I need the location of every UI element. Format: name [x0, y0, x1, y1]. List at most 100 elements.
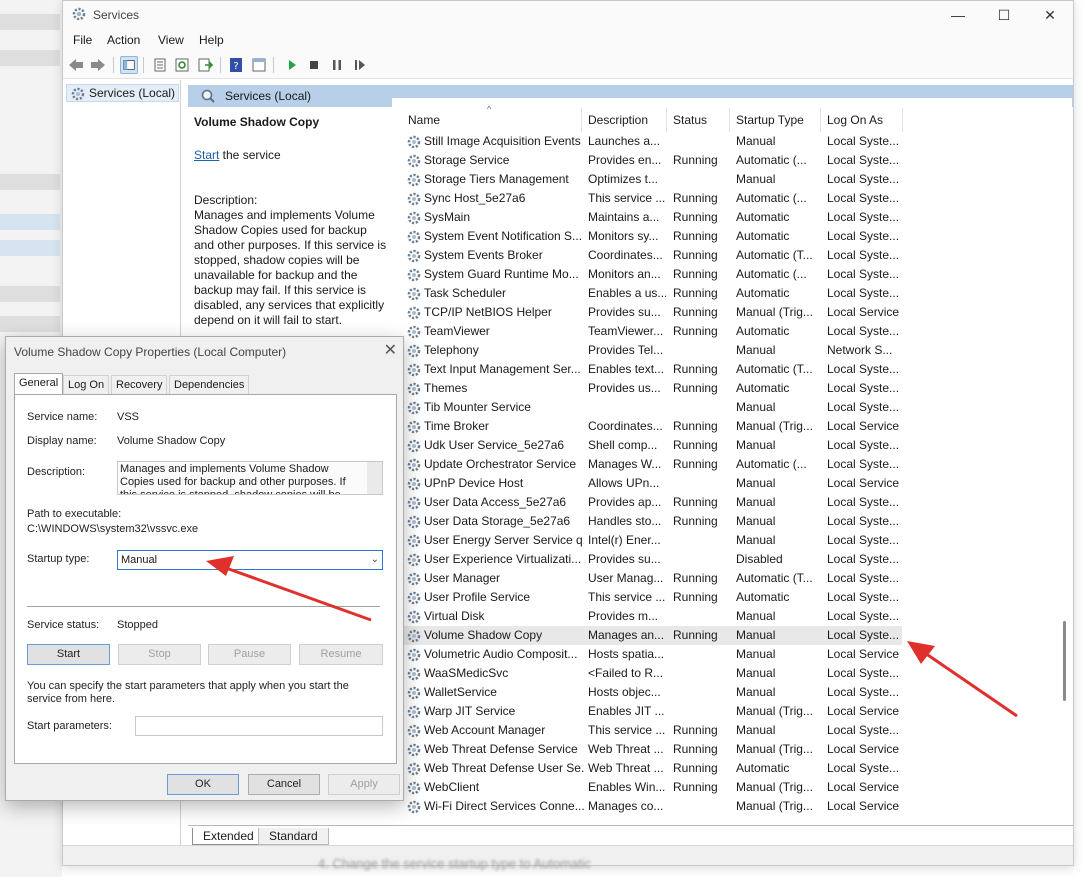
help-icon[interactable]: ?	[227, 56, 245, 74]
table-row[interactable]: WalletService Hosts objec... Manual Local S…	[392, 683, 1072, 702]
menu-help[interactable]: Help	[199, 33, 224, 47]
tab-recovery[interactable]: Recovery	[111, 375, 168, 395]
service-startup-type-cell: Automatic (...	[736, 267, 807, 281]
table-row[interactable]: User Profile Service This service ... Runn…	[392, 588, 1072, 607]
view-icon[interactable]	[250, 56, 268, 74]
table-row[interactable]: User Experience Virtualizati... Provides …	[392, 550, 1072, 569]
start-service-link[interactable]: Start	[194, 148, 219, 162]
table-row[interactable]: TCP/IP NetBIOS Helper Provides su... Runni…	[392, 303, 1072, 322]
table-row[interactable]: User Data Storage_5e27a6 Handles sto... Ru…	[392, 512, 1072, 531]
column-divider[interactable]	[729, 108, 730, 132]
tab-log-on[interactable]: Log On	[63, 375, 110, 395]
start-button[interactable]: Start	[27, 644, 110, 665]
pause-service-icon[interactable]	[328, 56, 346, 74]
vertical-scrollbar-thumb[interactable]	[1063, 621, 1066, 701]
service-name-cell: UPnP Device Host	[424, 476, 524, 490]
menu-file[interactable]: File	[73, 33, 92, 47]
startup-type-selected: Manual	[121, 554, 158, 566]
menu-action[interactable]: Action	[107, 33, 140, 47]
tab-dependencies[interactable]: Dependencies	[169, 375, 250, 395]
resume-button[interactable]: Resume	[299, 644, 383, 665]
gear-icon	[406, 267, 422, 283]
description-scrollbar[interactable]	[367, 462, 382, 494]
table-row[interactable]: System Events Broker Coordinates... Runnin…	[392, 246, 1072, 265]
stop-button[interactable]: Stop	[118, 644, 201, 665]
column-header-name[interactable]: Name	[408, 113, 440, 127]
tab-general[interactable]: General	[14, 373, 64, 395]
table-row[interactable]: Storage Tiers Management Optimizes t... Ma…	[392, 170, 1072, 189]
column-header-log-on-as[interactable]: Log On As	[827, 113, 883, 127]
table-row[interactable]: TeamViewer TeamViewer... Running Automatic L…	[392, 322, 1072, 341]
selected-service-title: Volume Shadow Copy	[194, 115, 320, 129]
close-button[interactable]: ✕	[1027, 1, 1073, 29]
table-row[interactable]: Wi-Fi Direct Services Conne... Manages co…	[392, 797, 1072, 816]
table-row[interactable]: UPnP Device Host Allows UPn... Manual Local…	[392, 474, 1072, 493]
export-list-icon[interactable]	[196, 56, 214, 74]
table-row[interactable]: System Guard Runtime Mo... Monitors an...…	[392, 265, 1072, 284]
resume-service-icon[interactable]	[351, 56, 369, 74]
column-header-status[interactable]: Status	[673, 113, 707, 127]
service-status-cell: Running	[673, 457, 718, 471]
service-log-on-as-cell: Local Syste...	[827, 590, 900, 604]
services-app-icon	[72, 7, 86, 21]
service-status-cell: Running	[673, 305, 718, 319]
table-row[interactable]: Task Scheduler Enables a us... Running Auto…	[392, 284, 1072, 303]
service-startup-type-cell: Manual	[736, 343, 776, 357]
service-log-on-as-cell: Local Service	[827, 799, 900, 813]
forward-icon[interactable]	[89, 56, 107, 74]
table-row[interactable]: Sync Host_5e27a6 This service ... Running A…	[392, 189, 1072, 208]
table-row[interactable]: Time Broker Coordinates... Running Manual (…	[392, 417, 1072, 436]
pause-button[interactable]: Pause	[208, 644, 291, 665]
column-divider[interactable]	[666, 108, 667, 132]
title-bar[interactable]: Services — ☐ ✕	[63, 1, 1073, 29]
stop-service-icon[interactable]	[305, 56, 323, 74]
table-row[interactable]: Virtual Disk Provides m... Manual Local Sys…	[392, 607, 1072, 626]
gear-icon	[406, 514, 422, 530]
table-row[interactable]: Warp JIT Service Enables JIT ... Manual (T…	[392, 702, 1072, 721]
table-row[interactable]: User Manager User Manag... Running Automati…	[392, 569, 1072, 588]
cancel-button[interactable]: Cancel	[248, 774, 320, 795]
startup-type-dropdown[interactable]: Manual ⌄	[117, 550, 383, 570]
table-row[interactable]: Themes Provides us... Running Automatic Loca…	[392, 379, 1072, 398]
table-row[interactable]: User Data Access_5e27a6 Provides ap... Run…	[392, 493, 1072, 512]
table-row[interactable]: System Event Notification S... Monitors s…	[392, 227, 1072, 246]
apply-button[interactable]: Apply	[328, 774, 400, 795]
table-row[interactable]: Update Orchestrator Service Manages W... R…	[392, 455, 1072, 474]
table-row[interactable]: WaaSMedicSvc <Failed to R... Manual Local S…	[392, 664, 1072, 683]
properties-icon[interactable]	[151, 56, 169, 74]
dialog-close-button[interactable]: ✕	[384, 340, 397, 360]
tab-extended[interactable]: Extended	[192, 828, 265, 845]
table-row[interactable]: Storage Service Provides en... Running Auto…	[392, 151, 1072, 170]
column-divider[interactable]	[820, 108, 821, 132]
column-divider[interactable]	[902, 108, 903, 132]
table-row[interactable]: WebClient Enables Win... Running Manual (Tr…	[392, 778, 1072, 797]
table-row[interactable]: Web Threat Defense Service Web Threat ...…	[392, 740, 1072, 759]
column-header-startup-type[interactable]: Startup Type	[736, 113, 804, 127]
table-row[interactable]: Telephony Provides Tel... Manual Network S.…	[392, 341, 1072, 360]
description-textbox[interactable]: Manages and implements Volume Shadow Cop…	[117, 461, 383, 495]
table-row[interactable]: Web Account Manager This service ... Runni…	[392, 721, 1072, 740]
column-header-description[interactable]: Description	[588, 113, 648, 127]
maximize-button[interactable]: ☐	[981, 1, 1027, 29]
table-row[interactable]: Web Threat Defense User Se... Web Threat …	[392, 759, 1072, 778]
start-service-icon[interactable]	[283, 56, 301, 74]
tree-item-services-local[interactable]: Services (Local)	[66, 84, 180, 102]
table-row[interactable]: Volumetric Audio Composit... Hosts spatia…	[392, 645, 1072, 664]
minimize-button[interactable]: —	[935, 1, 981, 29]
table-row[interactable]: SysMain Maintains a... Running Automatic Loc…	[392, 208, 1072, 227]
start-parameters-input[interactable]	[135, 716, 383, 736]
refresh-icon[interactable]	[173, 56, 191, 74]
show-hide-console-tree-icon[interactable]	[120, 56, 138, 74]
table-row[interactable]: Tib Mounter Service Manual Local Syste...	[392, 398, 1072, 417]
table-row[interactable]: Udk User Service_5e27a6 Shell comp... Runn…	[392, 436, 1072, 455]
table-row[interactable]: Volume Shadow Copy Manages an... Running Ma…	[392, 626, 902, 645]
table-row[interactable]: User Energy Server Service q... Intel(r) …	[392, 531, 1072, 550]
column-divider[interactable]	[581, 108, 582, 132]
service-name-cell: Udk User Service_5e27a6	[424, 438, 565, 452]
tab-standard[interactable]: Standard	[258, 828, 329, 845]
table-row[interactable]: Still Image Acquisition Events Launches a…	[392, 132, 1072, 151]
back-icon[interactable]	[67, 56, 85, 74]
menu-view[interactable]: View	[158, 33, 184, 47]
ok-button[interactable]: OK	[167, 774, 239, 795]
table-row[interactable]: Text Input Management Ser... Enables text…	[392, 360, 1072, 379]
